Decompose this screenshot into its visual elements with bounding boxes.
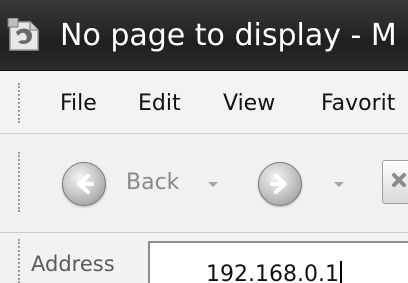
back-dropdown-icon[interactable]	[208, 182, 218, 187]
title-bar: No page to display - M	[0, 0, 408, 71]
forward-arrow-icon	[270, 174, 287, 194]
window-title: No page to display - M	[60, 18, 397, 53]
toolbar: Back	[0, 134, 408, 233]
back-label[interactable]: Back	[126, 170, 179, 196]
ie-page-icon	[6, 17, 44, 54]
back-arrow-icon	[77, 174, 94, 194]
forward-button[interactable]	[258, 162, 302, 206]
menu-edit[interactable]: Edit	[138, 91, 181, 117]
menu-file[interactable]: File	[60, 91, 97, 117]
address-text: 192.168.0.1	[206, 262, 339, 283]
menu-favorites[interactable]: Favorit	[321, 91, 395, 117]
browser-window: No page to display - M File Edit View Fa…	[0, 0, 408, 283]
address-label: Address	[31, 252, 115, 276]
toolbar-grip[interactable]	[18, 152, 24, 212]
text-caret	[339, 261, 342, 283]
forward-dropdown-icon[interactable]	[334, 182, 344, 187]
menu-view[interactable]: View	[223, 91, 275, 117]
addressbar-grip[interactable]	[18, 239, 24, 283]
menubar-grip[interactable]	[18, 83, 24, 123]
stop-button[interactable]	[382, 160, 408, 204]
back-button[interactable]	[62, 162, 106, 206]
address-input[interactable]: 192.168.0.1	[148, 241, 408, 283]
stop-icon	[392, 173, 406, 187]
address-value[interactable]: 192.168.0.1	[206, 261, 342, 283]
menu-bar: File Edit View Favorit	[0, 71, 408, 134]
address-bar: Address 192.168.0.1	[0, 233, 408, 283]
